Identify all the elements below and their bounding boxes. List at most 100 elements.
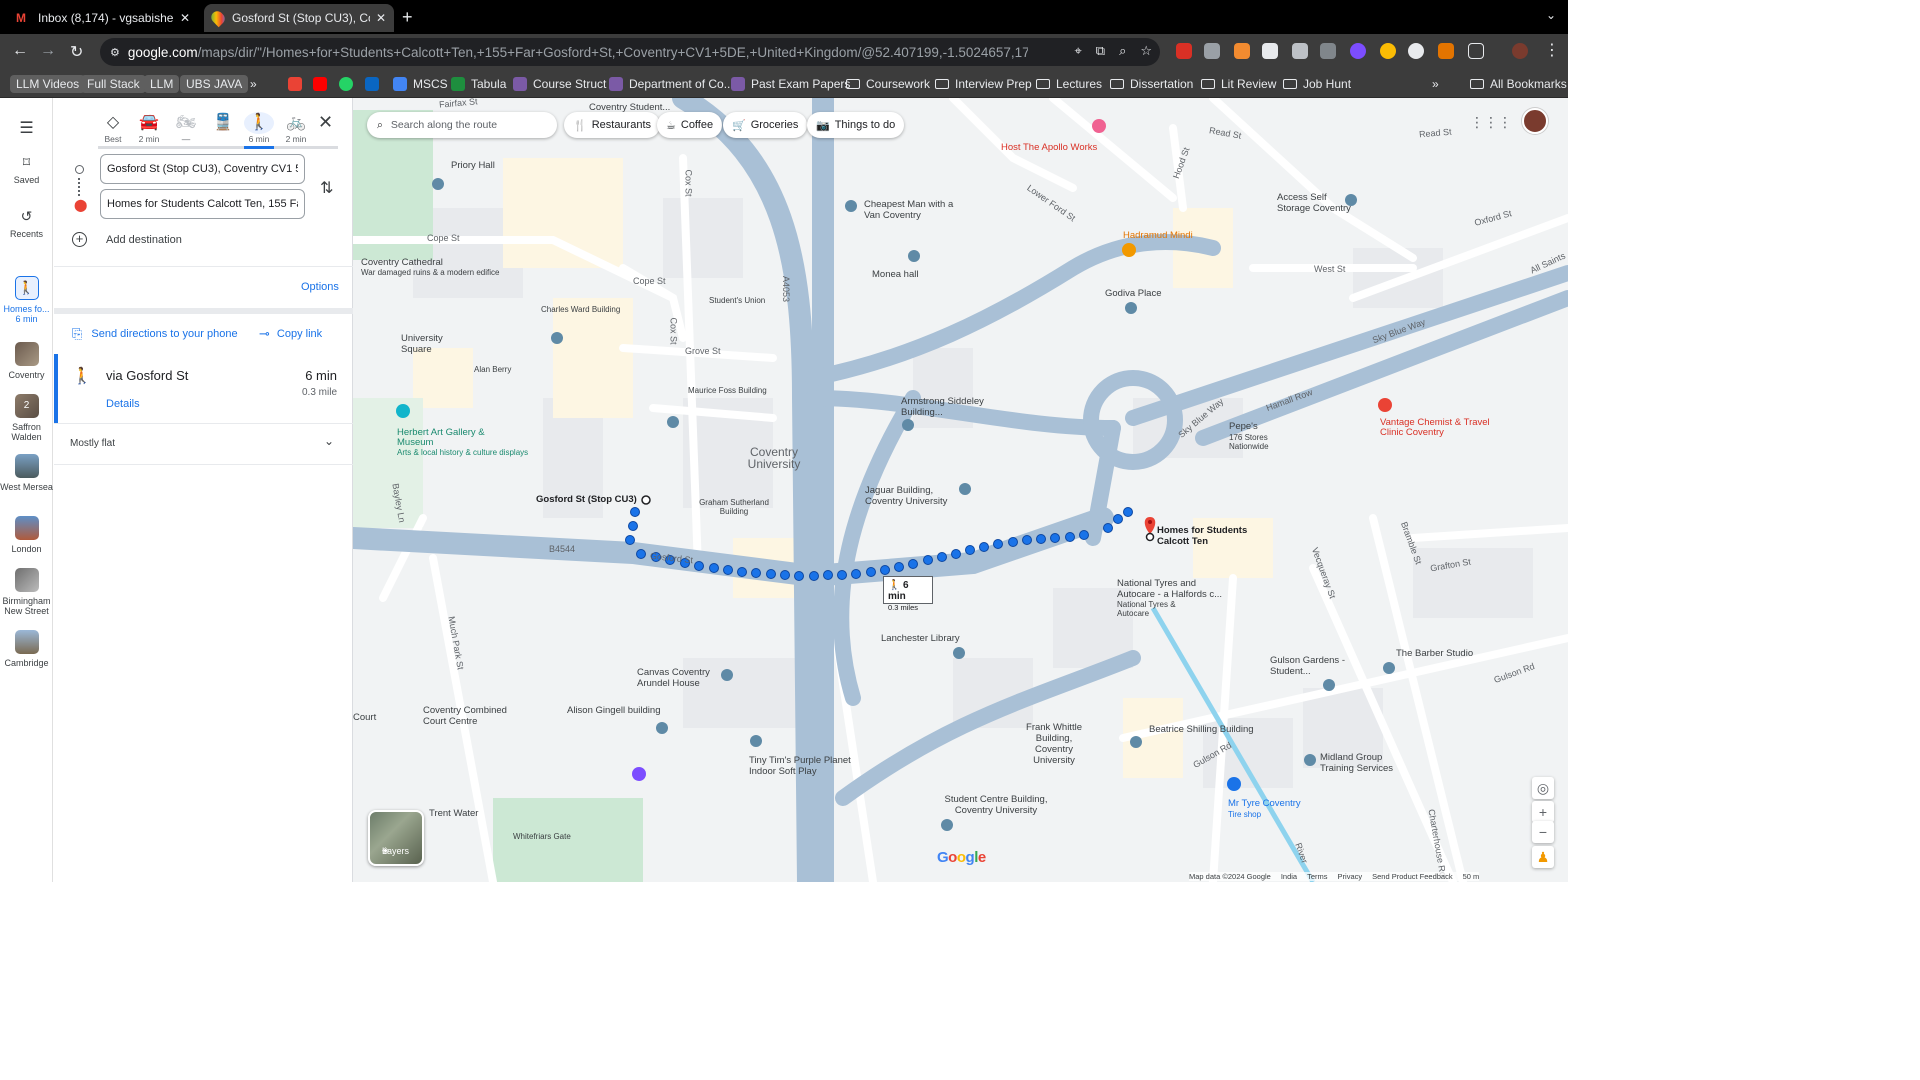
reload-icon[interactable]: ↻ bbox=[70, 42, 83, 62]
account-avatar[interactable] bbox=[1522, 108, 1548, 134]
location-icon[interactable]: ⌖ bbox=[1074, 43, 1081, 59]
menu-icon[interactable]: ☰ bbox=[0, 118, 53, 138]
bookmark-mscs[interactable]: MSCS bbox=[393, 75, 448, 93]
my-location-icon[interactable]: ◎ bbox=[1532, 777, 1554, 799]
mode-driving[interactable]: 🚘 2 min bbox=[134, 112, 164, 144]
terms-link[interactable]: Terms bbox=[1307, 872, 1327, 881]
bookmark-whatsapp[interactable] bbox=[339, 75, 359, 93]
mode-cycling[interactable]: 🚲 2 min bbox=[281, 112, 311, 144]
bookmark-youtube[interactable] bbox=[313, 75, 333, 93]
map-label[interactable]: Student's Union bbox=[709, 296, 765, 305]
bookmark-past-exam-papers[interactable]: Past Exam Papers bbox=[731, 75, 850, 93]
bookmark-coursework[interactable]: Coursework bbox=[846, 75, 930, 93]
options-button[interactable]: Options bbox=[301, 281, 339, 293]
extension-icon[interactable] bbox=[1380, 43, 1396, 59]
privacy-link[interactable]: Privacy bbox=[1338, 872, 1363, 881]
map-label[interactable]: Cheapest Man with a Van Coventry bbox=[864, 199, 964, 221]
extensions-puzzle-icon[interactable] bbox=[1468, 43, 1484, 59]
street-view-pegman-icon[interactable]: ♟ bbox=[1532, 846, 1554, 868]
map-label[interactable]: Gulson Gardens - Student... bbox=[1270, 655, 1350, 677]
add-destination-button[interactable]: + Add destination bbox=[72, 232, 182, 247]
bookmark-ubs-java[interactable]: UBS JAVA bbox=[180, 75, 249, 93]
extension-icon[interactable] bbox=[1262, 43, 1278, 59]
recent-place-saffron-walden[interactable]: 2 Saffron Walden bbox=[0, 394, 53, 442]
mode-best[interactable]: ◇ Best bbox=[98, 112, 128, 144]
extension-icon[interactable] bbox=[1234, 43, 1250, 59]
recent-route-homes[interactable]: 🚶 Homes fo... 6 min bbox=[0, 276, 53, 324]
bookmark-all-bookmarks[interactable]: All Bookmarks bbox=[1470, 75, 1567, 93]
browser-menu-icon[interactable]: ⋮ bbox=[1544, 40, 1560, 60]
map-label[interactable]: Charles Ward Building bbox=[541, 305, 620, 314]
map-label[interactable]: Coventry Student... bbox=[589, 102, 670, 113]
close-tab-icon[interactable]: ✕ bbox=[376, 11, 386, 25]
site-info-icon[interactable]: ⚙ bbox=[110, 46, 120, 59]
destination-input[interactable] bbox=[100, 189, 305, 219]
extension-icon[interactable] bbox=[1176, 43, 1192, 59]
map-label[interactable]: Tiny Tim's Purple Planet Indoor Soft Pla… bbox=[749, 755, 859, 777]
map-label[interactable]: Herbert Art Gallery & Museum bbox=[397, 428, 487, 448]
saved-button[interactable]: ⌑ Saved bbox=[0, 154, 53, 185]
chip-things-to-do[interactable]: 📷 Things to do bbox=[807, 112, 905, 138]
address-bar[interactable]: ⚙ google.com/maps/dir/''/Homes+for+Stude… bbox=[100, 38, 1160, 66]
recent-place-cambridge[interactable]: Cambridge bbox=[0, 630, 53, 668]
map-label[interactable]: Mr Tyre Coventry bbox=[1228, 798, 1301, 809]
send-to-phone-button[interactable]: ⎘ Send directions to your phone bbox=[72, 326, 238, 342]
details-link[interactable]: Details bbox=[106, 398, 140, 410]
map-label[interactable]: National Tyres and Autocare - a Halfords… bbox=[1117, 578, 1233, 600]
layers-button[interactable]: ◈ Layers bbox=[368, 810, 424, 866]
map-label[interactable]: Coventry University bbox=[739, 446, 809, 470]
install-icon[interactable]: ⧉ bbox=[1096, 43, 1105, 59]
bookmark-dissertation[interactable]: Dissertation bbox=[1110, 75, 1193, 93]
map-label[interactable]: Canvas Coventry Arundel House bbox=[637, 667, 723, 689]
zoom-icon[interactable]: ⌕ bbox=[1119, 43, 1126, 59]
extension-icon[interactable] bbox=[1438, 43, 1454, 59]
map-label[interactable]: Pepe's bbox=[1229, 421, 1258, 432]
route-option[interactable]: 🚶 via Gosford St 6 min 0.3 mile Details bbox=[54, 354, 353, 424]
zoom-out-button[interactable]: − bbox=[1532, 821, 1554, 843]
map-canvas[interactable]: ⌕ Search along the route 🍴 Restaurants ☕ C… bbox=[353, 98, 1568, 882]
elevation-summary[interactable]: Mostly flat bbox=[70, 438, 115, 449]
map-label[interactable]: Access Self Storage Coventry bbox=[1277, 192, 1361, 214]
profile-avatar[interactable] bbox=[1512, 43, 1528, 59]
map-label[interactable]: Monea hall bbox=[872, 269, 918, 280]
map-label[interactable]: Priory Hall bbox=[451, 160, 495, 171]
bookmark-course-struct[interactable]: Course Struct bbox=[513, 75, 606, 93]
tab-gmail[interactable]: M Inbox (8,174) - vgsabishekraj ✕ bbox=[8, 4, 198, 32]
copy-link-button[interactable]: ⊸ Copy link bbox=[259, 326, 322, 342]
bookmark-lit-review[interactable]: Lit Review bbox=[1201, 75, 1276, 93]
feedback-link[interactable]: Send Product Feedback bbox=[1372, 872, 1452, 881]
map-label[interactable]: Alison Gingell building bbox=[567, 705, 660, 716]
extension-icon[interactable] bbox=[1408, 43, 1424, 59]
mode-transit[interactable]: 🚆 bbox=[208, 112, 238, 134]
bookmark-linkedin[interactable] bbox=[365, 75, 385, 93]
map-label[interactable]: Alan Berry bbox=[474, 365, 511, 374]
map-label[interactable]: Armstrong Siddeley Building... bbox=[901, 396, 997, 418]
map-label[interactable]: Student Centre Building, Coventry Univer… bbox=[941, 794, 1051, 816]
mode-walking[interactable]: 🚶 6 min bbox=[244, 112, 274, 144]
extension-icon[interactable] bbox=[1204, 43, 1220, 59]
recent-place-coventry[interactable]: Coventry bbox=[0, 342, 53, 380]
map-label[interactable]: Whitefriars Gate bbox=[513, 832, 571, 841]
recent-place-birmingham[interactable]: Birmingham New Street bbox=[0, 568, 53, 616]
close-tab-icon[interactable]: ✕ bbox=[180, 11, 190, 25]
zoom-in-button[interactable]: + bbox=[1532, 801, 1554, 823]
scale-bar[interactable]: 50 m bbox=[1463, 872, 1480, 881]
more-bookmarks-icon[interactable]: » bbox=[250, 75, 257, 93]
more-bookmarks-icon[interactable]: » bbox=[1432, 75, 1439, 93]
swap-icon[interactable]: ⇅ bbox=[320, 178, 333, 198]
recents-button[interactable]: ↺ Recents bbox=[0, 208, 53, 239]
map-label[interactable]: Lanchester Library bbox=[881, 633, 960, 644]
tab-maps[interactable]: Gosford St (Stop CU3), Cover ✕ bbox=[204, 4, 394, 32]
map-label[interactable]: Coventry Combined Court Centre bbox=[423, 705, 517, 727]
tab-search-icon[interactable]: ⌄ bbox=[1546, 8, 1556, 22]
map-label[interactable]: Hadramud Mindi bbox=[1123, 230, 1193, 241]
map-label[interactable]: Maurice Foss Building bbox=[688, 386, 767, 395]
google-apps-icon[interactable]: ⋮⋮⋮ bbox=[1470, 114, 1512, 131]
map-label[interactable]: The Barber Studio bbox=[1396, 648, 1473, 659]
origin-input[interactable] bbox=[100, 154, 305, 184]
bookmark-star-icon[interactable]: ☆ bbox=[1140, 43, 1152, 59]
bookmark-job-hunt[interactable]: Job Hunt bbox=[1283, 75, 1351, 93]
back-icon[interactable]: ← bbox=[12, 42, 28, 60]
bookmark-lectures[interactable]: Lectures bbox=[1036, 75, 1102, 93]
route-duration-callout[interactable]: 🚶 6 min 0.3 miles bbox=[883, 576, 933, 612]
